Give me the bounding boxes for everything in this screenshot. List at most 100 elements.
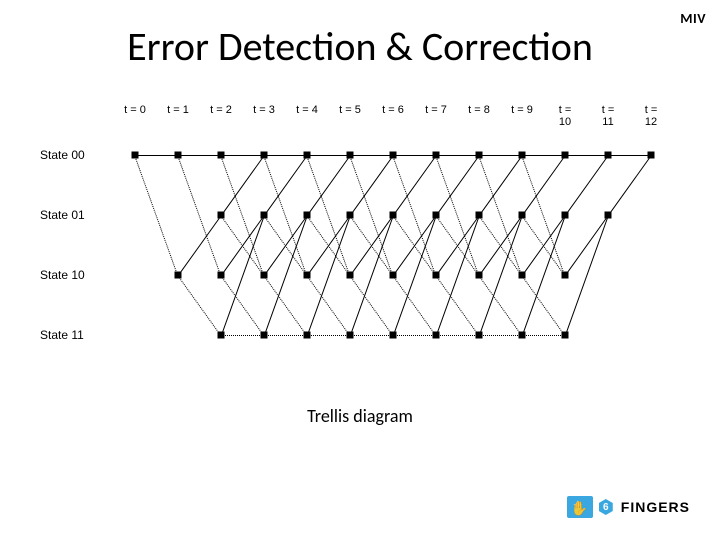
trellis-node — [433, 272, 440, 279]
state-label: State 10 — [40, 268, 85, 282]
trellis-edge — [565, 215, 609, 335]
trellis-edge — [436, 155, 480, 216]
time-label: t =11 — [602, 105, 615, 128]
trellis-node — [261, 152, 268, 159]
trellis-edge — [177, 275, 221, 336]
trellis-edge — [307, 335, 350, 336]
state-label: State 11 — [40, 328, 84, 342]
figure-caption: Trellis diagram — [0, 405, 720, 427]
trellis-node — [433, 212, 440, 219]
trellis-edge — [350, 155, 393, 156]
trellis-node — [476, 212, 483, 219]
trellis-edge — [264, 215, 308, 335]
trellis-edge — [220, 275, 264, 336]
trellis-node — [433, 332, 440, 339]
trellis-edge — [436, 335, 479, 336]
trellis-edge — [478, 275, 522, 336]
trellis-node — [261, 332, 268, 339]
trellis-edge — [565, 155, 609, 216]
trellis-edge — [307, 215, 351, 335]
trellis-edge — [608, 155, 651, 156]
state-label: State 00 — [40, 148, 85, 162]
trellis-edge — [221, 215, 265, 335]
time-label: t = 7 — [425, 105, 447, 117]
trellis-node — [347, 152, 354, 159]
time-label: t = 6 — [382, 105, 404, 117]
trellis-node — [433, 152, 440, 159]
trellis-node — [390, 332, 397, 339]
trellis-node — [390, 152, 397, 159]
trellis-edge — [436, 155, 479, 156]
page-title: Error Detection & Correction — [0, 22, 720, 71]
brand-logo: 6 FINGERS — [567, 496, 690, 518]
trellis-edge — [306, 275, 350, 336]
trellis-node — [519, 212, 526, 219]
trellis-node — [648, 152, 655, 159]
trellis-edge — [479, 155, 522, 156]
time-label: t = 5 — [339, 105, 361, 117]
trellis-node — [605, 152, 612, 159]
time-label: t =12 — [645, 105, 658, 128]
trellis-diagram: State 00State 01State 10State 11t = 0t =… — [40, 110, 680, 370]
trellis-node — [476, 332, 483, 339]
trellis-node — [175, 272, 182, 279]
trellis-edge — [221, 335, 264, 336]
trellis-edge — [178, 215, 222, 276]
trellis-node — [605, 212, 612, 219]
trellis-edge — [220, 155, 264, 275]
trellis-edge — [178, 155, 221, 156]
trellis-edge — [134, 155, 178, 275]
trellis-node — [132, 152, 139, 159]
trellis-edge — [350, 335, 393, 336]
trellis-edge — [307, 155, 350, 156]
trellis-node — [519, 332, 526, 339]
trellis-edge — [307, 155, 351, 216]
trellis-node — [347, 212, 354, 219]
slide: MIV Error Detection & Correction State 0… — [0, 0, 720, 540]
trellis-node — [304, 152, 311, 159]
trellis-edge — [263, 275, 307, 336]
trellis-edge — [349, 275, 393, 336]
trellis-edge — [393, 155, 436, 156]
trellis-edge — [521, 275, 565, 336]
trellis-edge — [565, 155, 608, 156]
time-label: t = 9 — [511, 105, 533, 117]
trellis-edge — [221, 155, 264, 156]
trellis-edge — [264, 335, 307, 336]
trellis-node — [218, 212, 225, 219]
trellis-node — [390, 272, 397, 279]
logo-hex-icon: 6 — [599, 499, 613, 515]
trellis-node — [304, 212, 311, 219]
trellis-edge — [435, 275, 479, 336]
trellis-edge — [350, 215, 394, 335]
trellis-edge — [521, 155, 565, 275]
trellis-edge — [349, 155, 393, 275]
trellis-edge — [479, 155, 523, 216]
trellis-node — [261, 272, 268, 279]
trellis-node — [476, 272, 483, 279]
trellis-node — [347, 272, 354, 279]
time-label: t =10 — [559, 105, 572, 128]
trellis-node — [347, 332, 354, 339]
trellis-edge — [608, 155, 652, 216]
trellis-node — [390, 212, 397, 219]
trellis-edge — [263, 155, 307, 275]
trellis-edge — [306, 155, 350, 275]
time-label: t = 0 — [124, 105, 146, 117]
hand-icon — [567, 496, 593, 518]
trellis-edge — [135, 155, 178, 156]
trellis-edge — [221, 155, 265, 216]
time-label: t = 8 — [468, 105, 490, 117]
trellis-node — [304, 332, 311, 339]
trellis-edge — [264, 155, 308, 216]
trellis-edge — [436, 215, 480, 335]
time-label: t = 3 — [253, 105, 275, 117]
trellis-edge — [435, 155, 479, 275]
trellis-edge — [393, 335, 436, 336]
trellis-edge — [479, 335, 522, 336]
trellis-node — [562, 152, 569, 159]
trellis-node — [175, 152, 182, 159]
trellis-edge — [522, 155, 565, 156]
trellis-edge — [177, 155, 221, 275]
trellis-edge — [393, 215, 437, 335]
